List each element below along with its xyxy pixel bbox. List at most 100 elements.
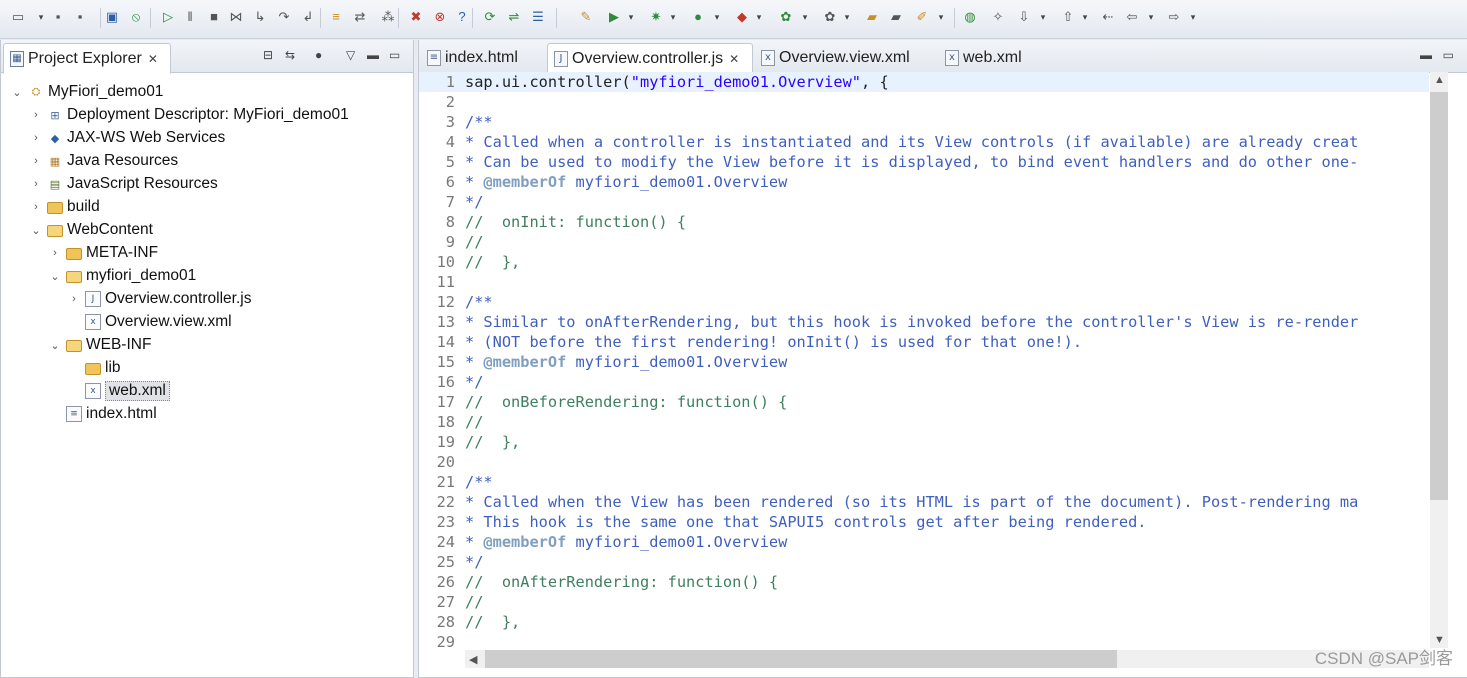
collapsed-twisty-icon[interactable]: › [30,109,42,121]
step-return-icon[interactable]: ↲ [300,9,316,25]
scroll-up-icon[interactable]: ▲ [1434,74,1445,86]
brush-icon[interactable]: ✎ [578,9,594,25]
dropdown-arrow-icon[interactable]: ▾ [668,9,678,25]
tree-item[interactable]: › META-INF [49,242,158,264]
tree-item[interactable]: x Overview.view.xml [68,311,232,333]
run-green-icon[interactable]: ● [690,9,706,25]
tab-web-xml[interactable]: x web.xml [939,43,1059,72]
minimize-icon[interactable]: ▬ [367,48,379,62]
new-service-icon[interactable]: ✿ [822,9,838,25]
tree-item[interactable]: › build [30,196,100,218]
open-folder-icon[interactable]: ▰ [864,9,880,25]
collapsed-twisty-icon[interactable]: › [49,247,61,259]
new-icon[interactable]: ▭ [10,9,26,25]
close-icon[interactable]: ✕ [148,52,158,66]
tab-index-html[interactable]: ≡ index.html [421,43,541,72]
save-icon[interactable]: ▪ [50,9,66,25]
bug-icon[interactable]: ✷ [648,9,664,25]
back-icon[interactable]: ⇦ [1124,9,1140,25]
collapsed-twisty-icon[interactable]: › [68,293,80,305]
dropdown-arrow-icon[interactable]: ▾ [936,9,946,25]
resume-icon[interactable]: ▷ [160,9,176,25]
tab-overview-view-xml[interactable]: x Overview.view.xml [755,43,933,72]
new-server-icon[interactable]: ✿ [778,9,794,25]
disconnect-icon[interactable]: ⋈ [228,9,244,25]
suspend-icon[interactable]: ‖ [182,9,198,25]
expanded-twisty-icon[interactable]: ⌄ [49,270,61,283]
tree-item[interactable]: › ◆ JAX-WS Web Services [30,127,225,149]
search-icon[interactable]: ✧ [990,9,1006,25]
expanded-twisty-icon[interactable]: ⌄ [49,339,61,352]
collapsed-twisty-icon[interactable]: › [30,201,42,213]
step-into-icon[interactable]: ↳ [252,9,268,25]
delete-icon[interactable]: ✖ [408,9,424,25]
tab-overview-controller-js[interactable]: J Overview.controller.js ✕ [547,43,753,74]
tree-item[interactable]: x web.xml [68,380,170,402]
annotate-icon[interactable]: ✐ [914,9,930,25]
link-with-editor-icon[interactable]: ⇆ [285,48,295,62]
bookmark-icon[interactable]: ⁂ [380,9,396,25]
tree-item[interactable]: ⌄ WEB-INF [49,334,151,356]
server-icon[interactable]: ⇌ [506,9,522,25]
prev-annotation-icon[interactable]: ⇧ [1060,9,1076,25]
table-icon[interactable]: ☰ [530,9,546,25]
dropdown-arrow-icon[interactable]: ▾ [842,9,852,25]
dropdown-arrow-icon[interactable]: ▾ [1188,9,1198,25]
run-tests-icon[interactable]: ⟳ [482,9,498,25]
tree-item[interactable]: ⌄ WebContent [30,219,153,241]
collapsed-twisty-icon[interactable]: › [30,155,42,167]
globe-icon[interactable]: ◍ [962,9,978,25]
tree-item[interactable]: › ▤ JavaScript Resources [30,173,218,195]
vertical-scroll-thumb[interactable] [1430,92,1448,500]
filter-icon[interactable]: ● [315,48,322,62]
next-annotation-icon[interactable]: ⇩ [1016,9,1032,25]
dropdown-arrow-icon[interactable]: ▾ [1146,9,1156,25]
dropdown-arrow-icon[interactable]: ▾ [1038,9,1048,25]
open-file-icon[interactable]: ▰ [888,9,904,25]
dropdown-arrow-icon[interactable]: ▾ [1080,9,1090,25]
forward-icon[interactable]: ⇨ [1166,9,1182,25]
help-icon[interactable]: ? [454,9,470,25]
vertical-scrollbar[interactable]: ▲ ▼ [1430,72,1448,648]
tree-item[interactable]: ⌄ ⛭ MyFiori_demo01 [11,81,163,103]
tree-item[interactable]: ≡ index.html [49,403,157,425]
dropdown-arrow-icon[interactable]: ▾ [626,9,636,25]
minimize-icon[interactable]: ▬ [1420,48,1432,62]
tree-item[interactable]: › ⊞ Deployment Descriptor: MyFiori_demo01 [30,104,349,126]
view-menu-icon[interactable]: ▽ [346,48,355,62]
save-all-icon[interactable]: ▪ [72,9,88,25]
tree-item[interactable]: › J Overview.controller.js [68,288,251,310]
horizontal-scrollbar[interactable]: ◀ [465,650,1429,668]
expanded-twisty-icon[interactable]: ⌄ [11,86,23,99]
code-token: // [465,413,484,431]
close-icon[interactable]: ✕ [729,52,739,66]
scroll-left-icon[interactable]: ◀ [469,653,477,666]
tree-item[interactable]: lib [68,357,121,379]
collapsed-twisty-icon[interactable]: › [30,132,42,144]
tab-project-explorer[interactable]: ▦ Project Explorer ✕ [3,43,171,74]
horizontal-scroll-thumb[interactable] [485,650,1117,668]
code-area[interactable]: 1 sap.ui.controller("myfiori_demo01.Overv… [419,72,1429,648]
maximize-icon[interactable]: ▭ [1443,48,1454,62]
line-number: 15 [436,353,455,371]
external-tools-icon[interactable]: ◆ [734,9,750,25]
dropdown-arrow-icon[interactable]: ▾ [36,9,46,25]
task-icon[interactable]: ≡ [328,9,344,25]
expanded-twisty-icon[interactable]: ⌄ [30,224,42,237]
collapse-all-icon[interactable]: ⊟ [263,48,273,62]
ref-icon[interactable]: ⊗ [432,9,448,25]
maximize-icon[interactable]: ▭ [389,48,400,62]
dropdown-arrow-icon[interactable]: ▾ [754,9,764,25]
run-icon[interactable]: ▶ [606,9,622,25]
collapsed-twisty-icon[interactable]: › [30,178,42,190]
hierarchy-icon[interactable]: ⇄ [352,9,368,25]
console-icon[interactable]: ▣ [104,9,120,25]
tree-item[interactable]: ⌄ myfiori_demo01 [49,265,196,287]
last-edit-icon[interactable]: ⇠ [1100,9,1116,25]
debug-skip-icon[interactable]: ⦸ [128,9,144,25]
dropdown-arrow-icon[interactable]: ▾ [712,9,722,25]
tree-item[interactable]: › ▦ Java Resources [30,150,178,172]
dropdown-arrow-icon[interactable]: ▾ [800,9,810,25]
step-over-icon[interactable]: ↷ [276,9,292,25]
terminate-icon[interactable]: ■ [206,9,222,25]
